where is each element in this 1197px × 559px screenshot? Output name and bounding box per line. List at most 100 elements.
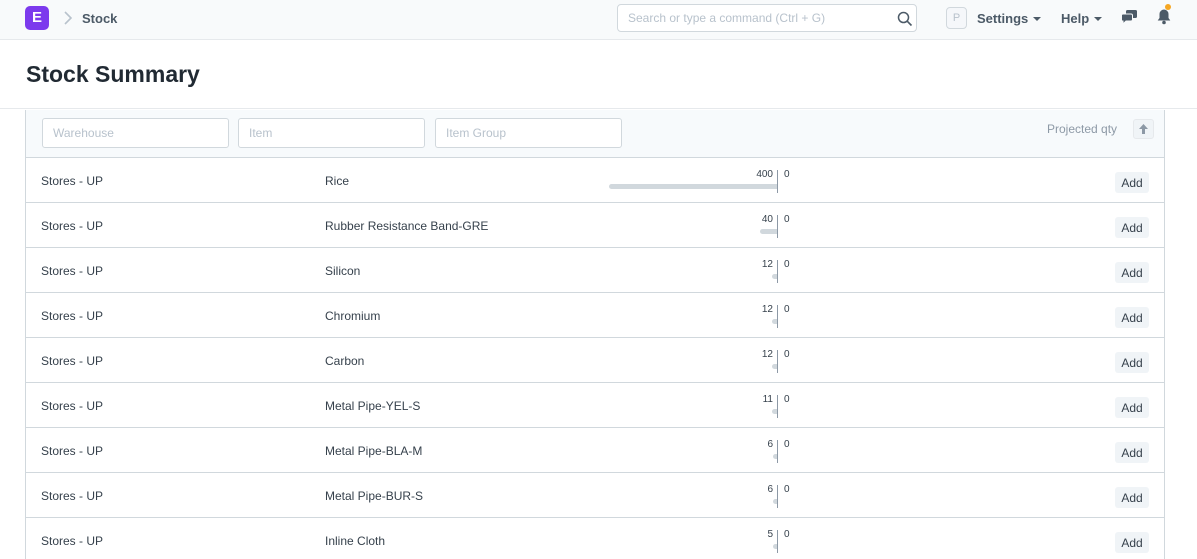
breadcrumb-stock[interactable]: Stock — [82, 11, 117, 26]
zero-value: 0 — [784, 304, 790, 315]
qty-axis — [777, 395, 778, 418]
add-stock-button[interactable]: Add — [1115, 352, 1149, 373]
zero-value: 0 — [784, 439, 790, 450]
projected-qty-value: 5 — [767, 529, 773, 540]
add-stock-button[interactable]: Add — [1115, 487, 1149, 508]
projected-qty-value: 40 — [761, 214, 773, 225]
table-row: Stores - UP Rice 400 0 Add — [26, 158, 1164, 203]
item-group-input[interactable] — [436, 119, 621, 147]
qty-bar — [772, 364, 777, 369]
projected-qty-value: 12 — [761, 349, 773, 360]
zero-value: 0 — [784, 349, 790, 360]
warehouse-cell[interactable]: Stores - UP — [41, 309, 103, 323]
add-stock-button[interactable]: Add — [1115, 217, 1149, 238]
settings-label: Settings — [977, 11, 1029, 26]
zero-value: 0 — [784, 214, 790, 225]
warehouse-cell[interactable]: Stores - UP — [41, 399, 103, 413]
item-cell[interactable]: Silicon — [325, 264, 360, 278]
add-stock-button[interactable]: Add — [1115, 172, 1149, 193]
add-stock-button[interactable]: Add — [1115, 532, 1149, 553]
qty-axis — [777, 305, 778, 328]
qty-bar — [772, 409, 777, 414]
zero-value: 0 — [784, 529, 790, 540]
qty-bar — [609, 184, 777, 189]
item-cell[interactable]: Metal Pipe-BUR-S — [325, 489, 423, 503]
projected-qty-value: 6 — [767, 484, 773, 495]
qty-axis — [777, 170, 778, 193]
qty-bar — [773, 454, 777, 459]
qty-bar — [773, 544, 777, 549]
add-stock-button[interactable]: Add — [1115, 262, 1149, 283]
zero-value: 0 — [784, 394, 790, 405]
sort-by-label[interactable]: Projected qty — [1047, 122, 1117, 136]
qty-axis — [777, 440, 778, 463]
bell-icon[interactable] — [1157, 8, 1171, 25]
chat-icon[interactable] — [1121, 9, 1138, 25]
caret-down-icon — [1094, 16, 1103, 21]
stock-summary-panel: Projected qty Stores - UP Rice 400 0 Add… — [25, 110, 1165, 559]
qty-axis — [777, 485, 778, 508]
warehouse-filter — [42, 118, 229, 148]
warehouse-cell[interactable]: Stores - UP — [41, 219, 103, 233]
help-label: Help — [1061, 11, 1090, 26]
table-row: Stores - UP Chromium 12 0 Add — [26, 293, 1164, 338]
notification-dot — [1165, 4, 1171, 10]
qty-bar — [760, 229, 777, 234]
warehouse-cell[interactable]: Stores - UP — [41, 174, 103, 188]
add-stock-button[interactable]: Add — [1115, 442, 1149, 463]
add-stock-button[interactable]: Add — [1115, 307, 1149, 328]
item-cell[interactable]: Chromium — [325, 309, 380, 323]
avatar[interactable]: P — [946, 7, 967, 29]
arrow-up-icon — [1139, 124, 1148, 134]
item-cell[interactable]: Carbon — [325, 354, 364, 368]
qty-bar — [772, 274, 777, 279]
search-input[interactable] — [618, 5, 888, 31]
qty-bar — [773, 499, 777, 504]
qty-axis — [777, 350, 778, 373]
table-row: Stores - UP Rubber Resistance Band-GRE 4… — [26, 203, 1164, 248]
item-cell[interactable]: Inline Cloth — [325, 534, 385, 548]
zero-value: 0 — [784, 259, 790, 270]
warehouse-cell[interactable]: Stores - UP — [41, 444, 103, 458]
filter-bar: Projected qty — [26, 110, 1164, 158]
warehouse-input[interactable] — [43, 119, 228, 147]
item-input[interactable] — [239, 119, 424, 147]
table-row: Stores - UP Metal Pipe-YEL-S 11 0 Add — [26, 383, 1164, 428]
projected-qty-value: 11 — [762, 394, 773, 405]
zero-value: 0 — [784, 484, 790, 495]
projected-qty-value: 400 — [756, 169, 773, 180]
item-filter — [238, 118, 425, 148]
table-row: Stores - UP Silicon 12 0 Add — [26, 248, 1164, 293]
warehouse-cell[interactable]: Stores - UP — [41, 534, 103, 548]
settings-dropdown[interactable]: Settings — [977, 11, 1042, 26]
warehouse-cell[interactable]: Stores - UP — [41, 489, 103, 503]
search-icon[interactable] — [897, 11, 913, 27]
item-group-filter — [435, 118, 622, 148]
caret-down-icon — [1033, 16, 1042, 21]
chevron-right-icon — [64, 11, 73, 25]
item-cell[interactable]: Metal Pipe-YEL-S — [325, 399, 420, 413]
table-row: Stores - UP Metal Pipe-BUR-S 6 0 Add — [26, 473, 1164, 518]
add-stock-button[interactable]: Add — [1115, 397, 1149, 418]
projected-qty-value: 12 — [761, 304, 773, 315]
sort-order-button[interactable] — [1133, 119, 1154, 139]
qty-axis — [777, 260, 778, 283]
page-head: Stock Summary — [0, 40, 1197, 109]
warehouse-cell[interactable]: Stores - UP — [41, 264, 103, 278]
item-cell[interactable]: Rice — [325, 174, 349, 188]
table-row: Stores - UP Metal Pipe-BLA-M 6 0 Add — [26, 428, 1164, 473]
warehouse-cell[interactable]: Stores - UP — [41, 354, 103, 368]
help-dropdown[interactable]: Help — [1061, 11, 1103, 26]
item-cell[interactable]: Rubber Resistance Band-GRE — [325, 219, 488, 233]
zero-value: 0 — [784, 169, 790, 180]
awesome-bar — [617, 4, 917, 32]
navbar: E Stock P Settings Help — [0, 0, 1197, 40]
qty-axis — [777, 530, 778, 553]
item-cell[interactable]: Metal Pipe-BLA-M — [325, 444, 422, 458]
app-logo[interactable]: E — [25, 6, 49, 30]
qty-bar — [772, 319, 777, 324]
table-row: Stores - UP Carbon 12 0 Add — [26, 338, 1164, 383]
qty-axis — [777, 215, 778, 238]
table-row: Stores - UP Inline Cloth 5 0 Add — [26, 518, 1164, 559]
page-title: Stock Summary — [26, 61, 200, 87]
